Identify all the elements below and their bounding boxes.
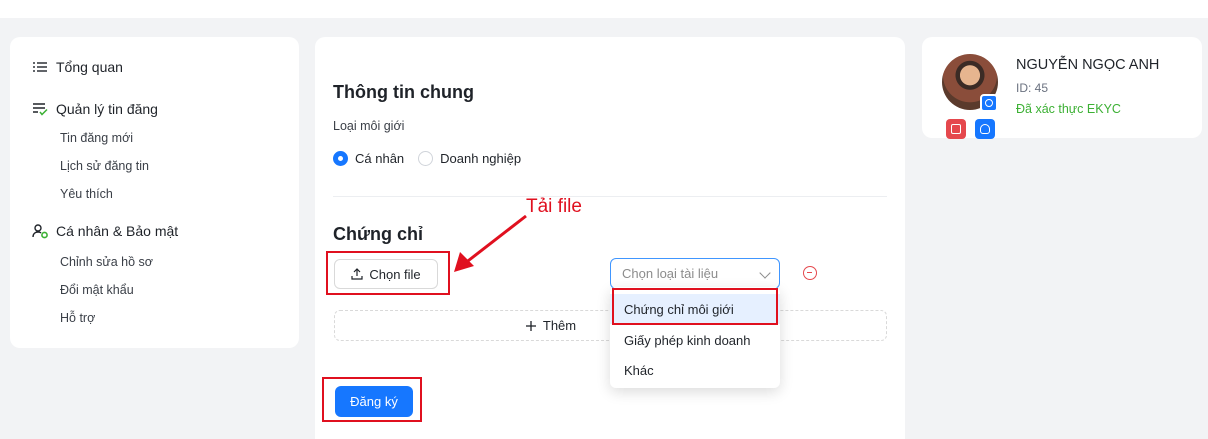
- document-type-placeholder: Chọn loại tài liệu: [622, 266, 719, 281]
- delete-avatar-icon[interactable]: [946, 119, 966, 139]
- sidebar-group-label: Quản lý tin đăng: [56, 101, 158, 117]
- user-gear-icon: [32, 224, 48, 239]
- list-icon: [33, 62, 47, 72]
- radio-individual[interactable]: [333, 151, 348, 166]
- chevron-down-icon: [759, 267, 771, 279]
- add-certificate-label: Thêm: [542, 318, 577, 333]
- radio-business[interactable]: [418, 151, 434, 166]
- camera-icon[interactable]: [980, 94, 998, 112]
- sidebar-item-favorites[interactable]: Yêu thích: [60, 187, 113, 201]
- profile-name: NGUYỄN NGỌC ANH: [1016, 57, 1160, 73]
- highlight-choose-file: [326, 251, 450, 295]
- sidebar: Tổng quan Quản lý tin đăng Tin đăng mới …: [10, 37, 299, 348]
- radio-business-label[interactable]: Doanh nghiệp: [440, 151, 521, 166]
- sidebar-item-support[interactable]: Hỗ trợ: [60, 311, 95, 325]
- sidebar-group-label: Cá nhân & Bảo mật: [56, 223, 179, 239]
- certificate-title: Chứng chỉ: [333, 224, 424, 244]
- sidebar-item-new-listing[interactable]: Tin đăng mới: [60, 131, 133, 145]
- option-business-license[interactable]: Giấy phép kinh doanh: [610, 325, 780, 355]
- highlight-broker-certificate: [612, 288, 778, 325]
- annotation-arrow-icon: [454, 214, 527, 272]
- verification-status: Đã xác thực EKYC: [1016, 102, 1121, 116]
- top-bar: [0, 0, 1208, 18]
- checklist-icon: [33, 103, 48, 116]
- profile-id: ID: 45: [1016, 81, 1049, 95]
- sidebar-item-overview[interactable]: Tổng quan: [32, 59, 123, 75]
- plus-icon: [525, 320, 536, 331]
- sidebar-group-personal[interactable]: Cá nhân & Bảo mật: [32, 223, 178, 239]
- profile-card: NGUYỄN NGỌC ANH ID: 45 Đã xác thực EKYC: [922, 37, 1202, 139]
- option-other[interactable]: Khác: [610, 355, 780, 385]
- radio-individual-label[interactable]: Cá nhân: [355, 151, 404, 166]
- remove-row-icon[interactable]: [803, 266, 817, 280]
- sidebar-item-change-password[interactable]: Đổi mật khẩu: [60, 283, 134, 297]
- broker-type-label: Loại môi giới: [333, 119, 405, 133]
- document-type-select[interactable]: Chọn loại tài liệu: [610, 258, 780, 289]
- sidebar-item-history[interactable]: Lịch sử đăng tin: [60, 159, 149, 173]
- general-info-title: Thông tin chung: [333, 82, 474, 102]
- annotation-upload-label: Tải file: [526, 196, 582, 217]
- upload-cloud-icon[interactable]: [975, 119, 995, 139]
- highlight-register: [322, 377, 422, 422]
- broker-type-radio-group: Cá nhân Doanh nghiệp: [333, 151, 521, 166]
- section-divider: [333, 196, 887, 197]
- sidebar-group-listing[interactable]: Quản lý tin đăng: [32, 101, 158, 117]
- sidebar-item-label: Tổng quan: [56, 59, 123, 75]
- sidebar-item-edit-profile[interactable]: Chỉnh sửa hồ sơ: [60, 255, 153, 269]
